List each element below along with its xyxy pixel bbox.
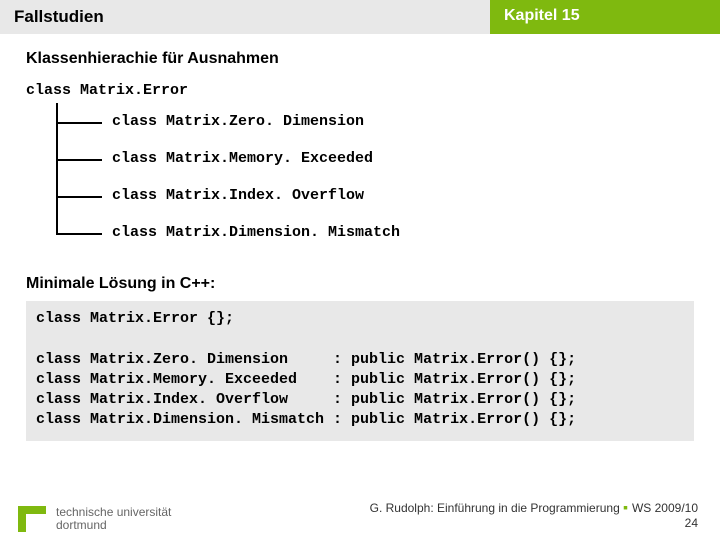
header-title-left: Fallstudien: [0, 0, 490, 34]
term-label: WS 2009/10: [632, 501, 698, 515]
code-block: class Matrix.Error {}; class Matrix.Zero…: [26, 301, 694, 441]
section-heading: Klassenhierachie für Ausnahmen: [26, 50, 694, 68]
tree-node: class Matrix.Dimension. Mismatch: [56, 214, 694, 251]
tree-node: class Matrix.Index. Overflow: [56, 177, 694, 214]
root-class-label: class Matrix.Error: [26, 82, 694, 99]
footer-credits: G. Rudolph: Einführung in die Programmie…: [370, 498, 698, 532]
tree-node: class Matrix.Zero. Dimension: [56, 103, 694, 140]
slide-content: Klassenhierachie für Ausnahmen class Mat…: [0, 34, 720, 441]
author-line: G. Rudolph: Einführung in die Programmie…: [370, 501, 620, 515]
separator-dot-icon: ▪: [623, 499, 632, 515]
tree-node: class Matrix.Memory. Exceeded: [56, 140, 694, 177]
slide-footer: technische universität dortmund G. Rudol…: [0, 498, 720, 532]
header-title-right: Kapitel 15: [490, 0, 720, 34]
page-number: 24: [685, 516, 698, 530]
university-name: technische universität dortmund: [56, 506, 171, 532]
section-heading-2: Minimale Lösung in C++:: [26, 275, 694, 293]
class-tree: class Matrix.Zero. Dimension class Matri…: [56, 103, 694, 251]
tu-logo-icon: [18, 506, 46, 532]
slide-header: Fallstudien Kapitel 15: [0, 0, 720, 34]
university-logo: technische universität dortmund: [18, 506, 171, 532]
